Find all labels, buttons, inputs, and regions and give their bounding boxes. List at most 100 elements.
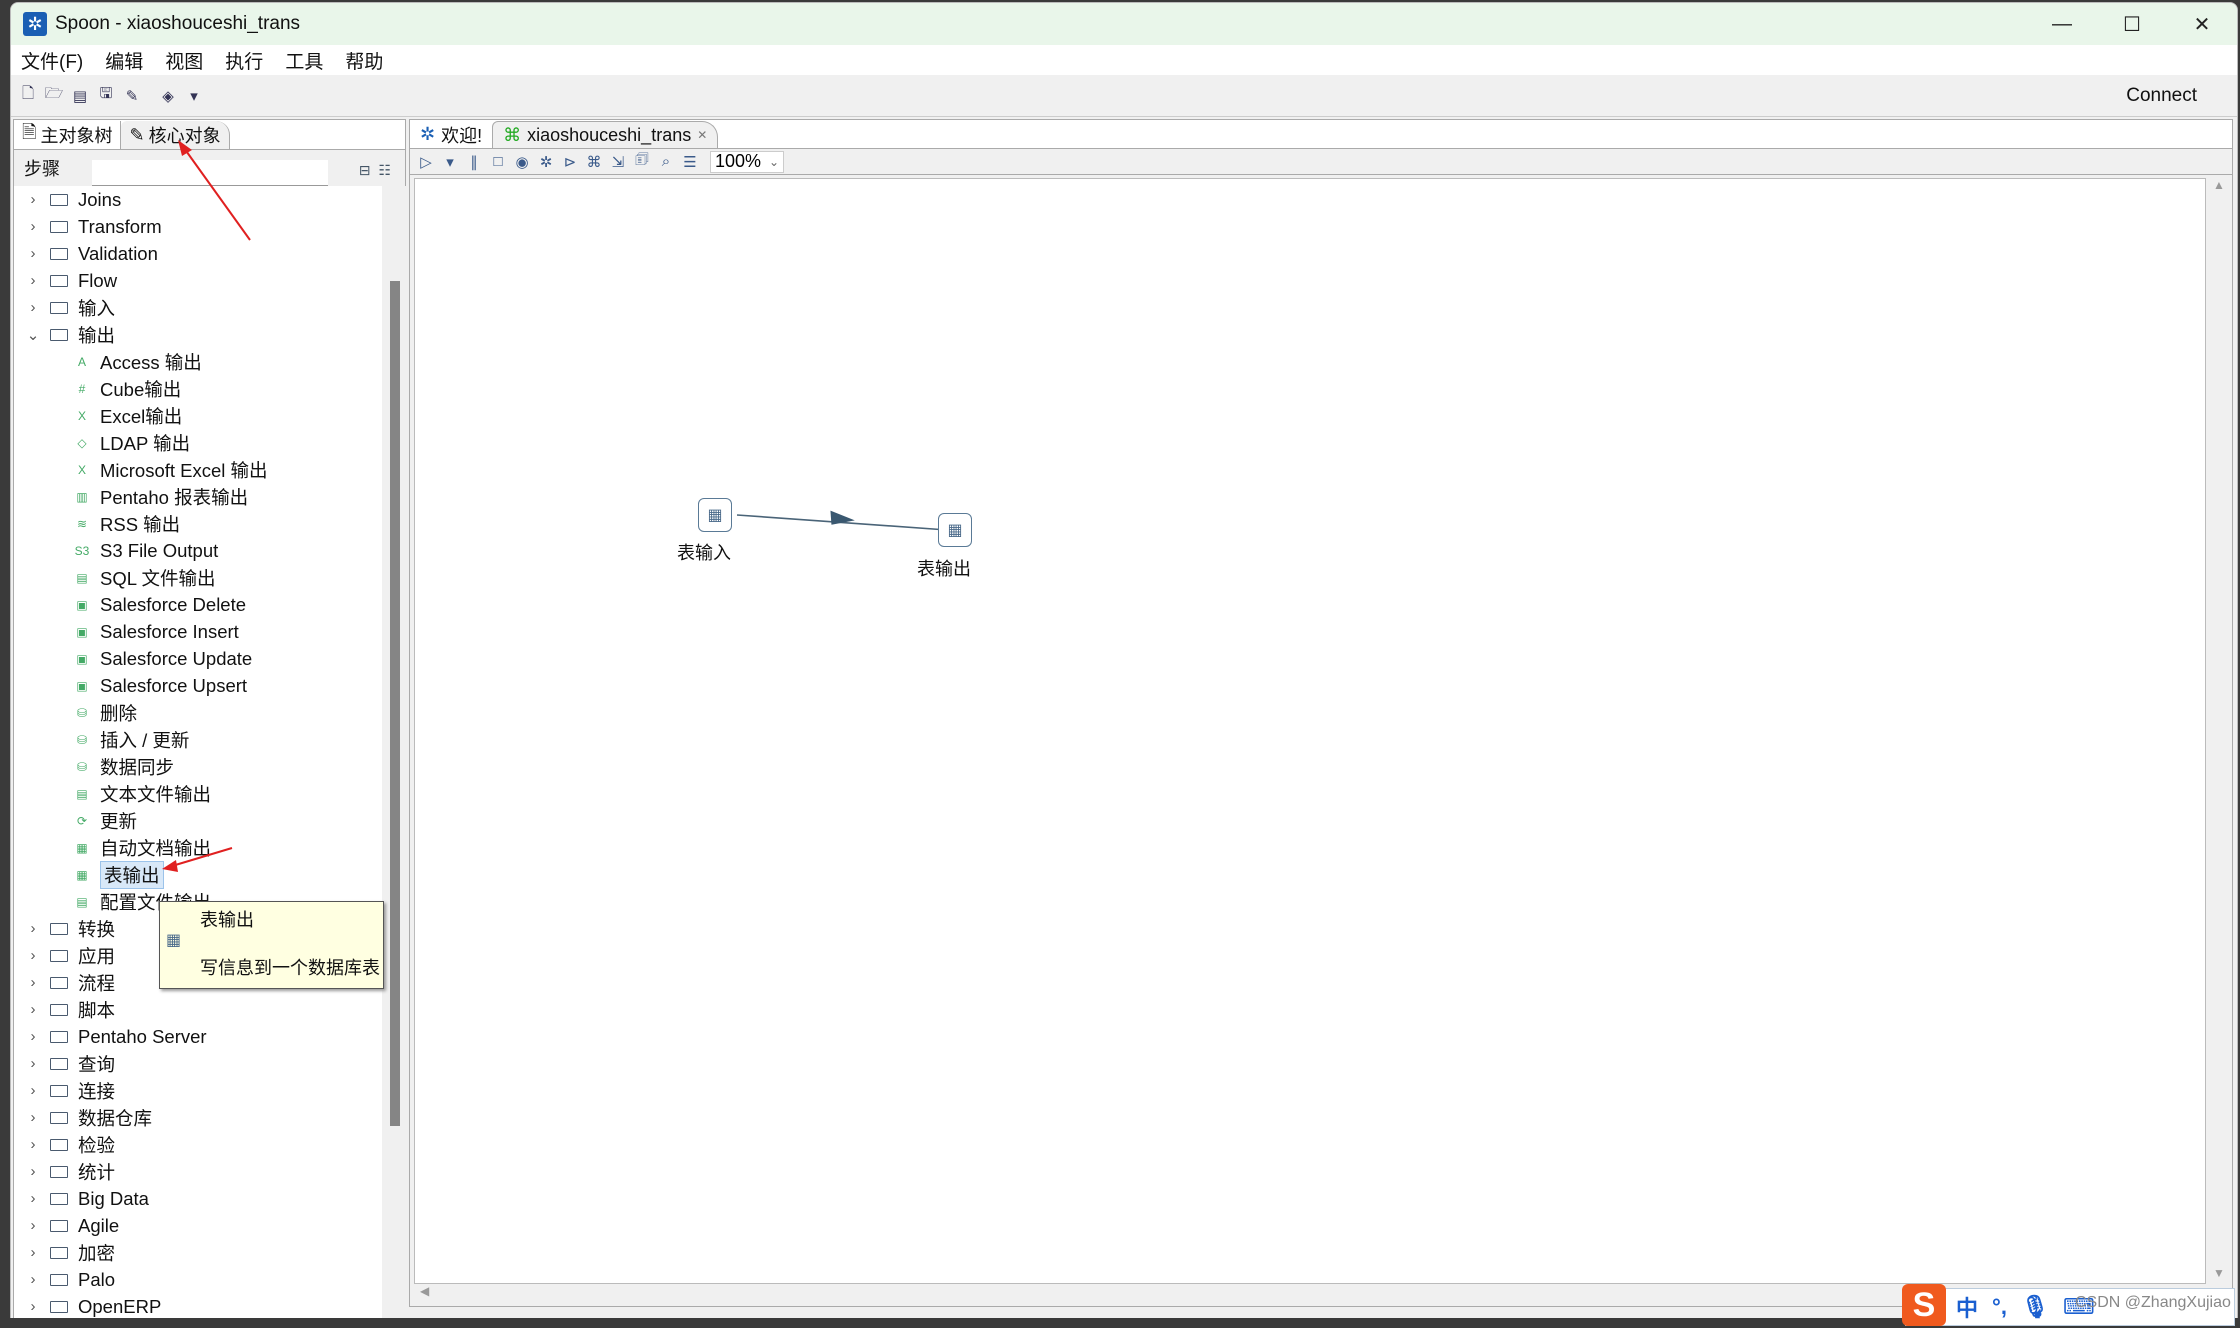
open-file-icon[interactable]: 🗁 <box>43 85 65 107</box>
save-as-icon[interactable]: ✎ <box>121 85 143 107</box>
step-table-input[interactable]: ▦ <box>698 498 732 532</box>
run-icon[interactable]: ▷ <box>416 153 436 171</box>
tree-folder[interactable]: › 连接 <box>14 1077 382 1104</box>
run-options-dropdown-icon[interactable]: ▾ <box>440 153 460 171</box>
tree-step-item[interactable]: S3 S3 File Output <box>14 537 382 564</box>
tree-step-item[interactable]: ▣ Salesforce Upsert <box>14 672 382 699</box>
chevron-right-icon[interactable]: › <box>14 1055 44 1072</box>
chevron-right-icon[interactable]: › <box>14 1244 44 1261</box>
chevron-right-icon[interactable]: › <box>14 191 44 208</box>
preview-icon[interactable]: ◉ <box>512 153 532 171</box>
tree-scrollbar[interactable] <box>384 186 406 1319</box>
chevron-right-icon[interactable]: › <box>14 920 44 937</box>
tree-step-item[interactable]: # Cube输出 <box>14 375 382 402</box>
close-tab-icon[interactable]: ✕ <box>697 128 707 142</box>
tree-folder[interactable]: › OpenERP <box>14 1293 382 1319</box>
menu-help[interactable]: 帮助 <box>345 47 383 74</box>
sql-icon[interactable]: 🗊 <box>632 149 652 174</box>
tree-step-item[interactable]: ▥ Pentaho 报表输出 <box>14 483 382 510</box>
tree-scrollbar-thumb[interactable] <box>390 281 400 1126</box>
tree-folder[interactable]: › Validation <box>14 240 382 267</box>
chevron-right-icon[interactable]: › <box>14 1082 44 1099</box>
tab-core-objects[interactable]: ✎ 核心对象 <box>121 121 230 149</box>
tree-folder[interactable]: › 数据仓库 <box>14 1104 382 1131</box>
tree-step-item[interactable]: ≋ RSS 输出 <box>14 510 382 537</box>
ime-mode[interactable]: 中 <box>1956 1291 1978 1323</box>
tree-folder[interactable]: › Joins <box>14 186 382 213</box>
explore-db-icon[interactable]: ⌕ <box>656 153 676 170</box>
tree-step-item[interactable]: ⛁ 数据同步 <box>14 753 382 780</box>
menu-edit[interactable]: 编辑 <box>105 47 143 74</box>
show-results-icon[interactable]: ☰ <box>680 153 700 171</box>
chevron-right-icon[interactable]: › <box>14 1190 44 1207</box>
tree-step-item[interactable]: ▤ SQL 文件输出 <box>14 564 382 591</box>
tree-folder[interactable]: › 脚本 <box>14 996 382 1023</box>
chevron-right-icon[interactable]: › <box>14 1109 44 1126</box>
ime-punct[interactable]: °, <box>1992 1294 2007 1320</box>
chevron-right-icon[interactable]: › <box>14 245 44 262</box>
save-icon[interactable]: 🖫 <box>95 85 117 107</box>
explore-repository-icon[interactable]: ▤ <box>69 85 91 107</box>
menu-tools[interactable]: 工具 <box>285 47 323 74</box>
tree-folder[interactable]: › 加密 <box>14 1239 382 1266</box>
maximize-button[interactable]: ☐ <box>2097 3 2167 45</box>
chevron-down-icon[interactable]: ⌄ <box>14 326 44 344</box>
tree-step-item[interactable]: ▦ 表输出 <box>14 860 382 889</box>
chevron-right-icon[interactable]: › <box>14 1217 44 1234</box>
tree-folder[interactable]: › Transform <box>14 213 382 240</box>
tree-folder[interactable]: › 输入 <box>14 294 382 321</box>
chevron-right-icon[interactable]: › <box>14 1028 44 1045</box>
tree-folder[interactable]: › 检验 <box>14 1131 382 1158</box>
tree-folder[interactable]: › Pentaho Server <box>14 1023 382 1050</box>
transformation-canvas[interactable]: ▦ 表输入 ▦ 表输出 <box>414 178 2206 1284</box>
chevron-right-icon[interactable]: › <box>14 1136 44 1153</box>
tree-step-item[interactable]: ▣ Salesforce Update <box>14 645 382 672</box>
tree-folder[interactable]: › 查询 <box>14 1050 382 1077</box>
tree-step-item[interactable]: ▤ 文本文件输出 <box>14 780 382 807</box>
pause-icon[interactable]: ∥ <box>464 153 484 171</box>
tree-step-item[interactable]: ⛁ 插入 / 更新 <box>14 726 382 753</box>
step-table-output[interactable]: ▦ <box>938 513 972 547</box>
tree-step-item[interactable]: ▦ 自动文档输出 <box>14 834 382 861</box>
perspective-dropdown-icon[interactable]: ▾ <box>183 85 205 107</box>
replay-icon[interactable]: ⊳ <box>560 153 580 171</box>
chevron-right-icon[interactable]: › <box>14 218 44 235</box>
tree-folder[interactable]: › Flow <box>14 267 382 294</box>
collapse-tree-icon[interactable]: ⊟ <box>359 162 371 179</box>
tree-step-item[interactable]: A Access 输出 <box>14 348 382 375</box>
sogou-logo-icon[interactable]: S <box>1902 1284 1946 1326</box>
tab-transformation[interactable]: ⌘ xiaoshouceshi_trans ✕ <box>492 121 719 148</box>
chevron-right-icon[interactable]: › <box>14 1271 44 1288</box>
tree-step-item[interactable]: ◇ LDAP 输出 <box>14 429 382 456</box>
tree-folder[interactable]: › 统计 <box>14 1158 382 1185</box>
tree-folder[interactable]: › Agile <box>14 1212 382 1239</box>
perspective-layers-icon[interactable]: ◈ <box>157 85 179 107</box>
chevron-right-icon[interactable]: › <box>14 299 44 316</box>
tab-main-object-tree[interactable]: 🗎 主对象树 <box>14 121 122 149</box>
tree-step-item[interactable]: ⟳ 更新 <box>14 807 382 834</box>
chevron-right-icon[interactable]: › <box>14 947 44 964</box>
stop-icon[interactable]: □ <box>488 153 508 170</box>
tree-folder[interactable]: › Big Data <box>14 1185 382 1212</box>
tree-step-item[interactable]: ▣ Salesforce Insert <box>14 618 382 645</box>
menu-file[interactable]: 文件(F) <box>21 47 83 74</box>
expand-tree-icon[interactable]: ☷ <box>378 162 391 179</box>
connect-button[interactable]: Connect <box>2126 85 2197 107</box>
tree-folder[interactable]: ⌄ 输出 <box>14 321 382 348</box>
microphone-icon[interactable]: 🎙 <box>2021 1294 2049 1320</box>
tree-folder[interactable]: › Palo <box>14 1266 382 1293</box>
steps-search-input[interactable] <box>92 160 328 186</box>
chevron-right-icon[interactable]: › <box>14 974 44 991</box>
canvas-vertical-scrollbar[interactable]: ▲ ▼ <box>2208 178 2230 1284</box>
impact-icon[interactable]: ⇲ <box>608 153 628 171</box>
chevron-right-icon[interactable]: › <box>14 1163 44 1180</box>
tree-step-item[interactable]: X Excel输出 <box>14 402 382 429</box>
tree-step-item[interactable]: ⛁ 删除 <box>14 699 382 726</box>
tree-step-item[interactable]: ▣ Salesforce Delete <box>14 591 382 618</box>
chevron-right-icon[interactable]: › <box>14 1298 44 1315</box>
zoom-select[interactable]: 100% ⌄ <box>710 150 785 173</box>
debug-icon[interactable]: ✲ <box>536 153 556 171</box>
verify-icon[interactable]: ⌘ <box>584 153 604 171</box>
chevron-right-icon[interactable]: › <box>14 1001 44 1018</box>
minimize-button[interactable]: — <box>2027 3 2097 45</box>
